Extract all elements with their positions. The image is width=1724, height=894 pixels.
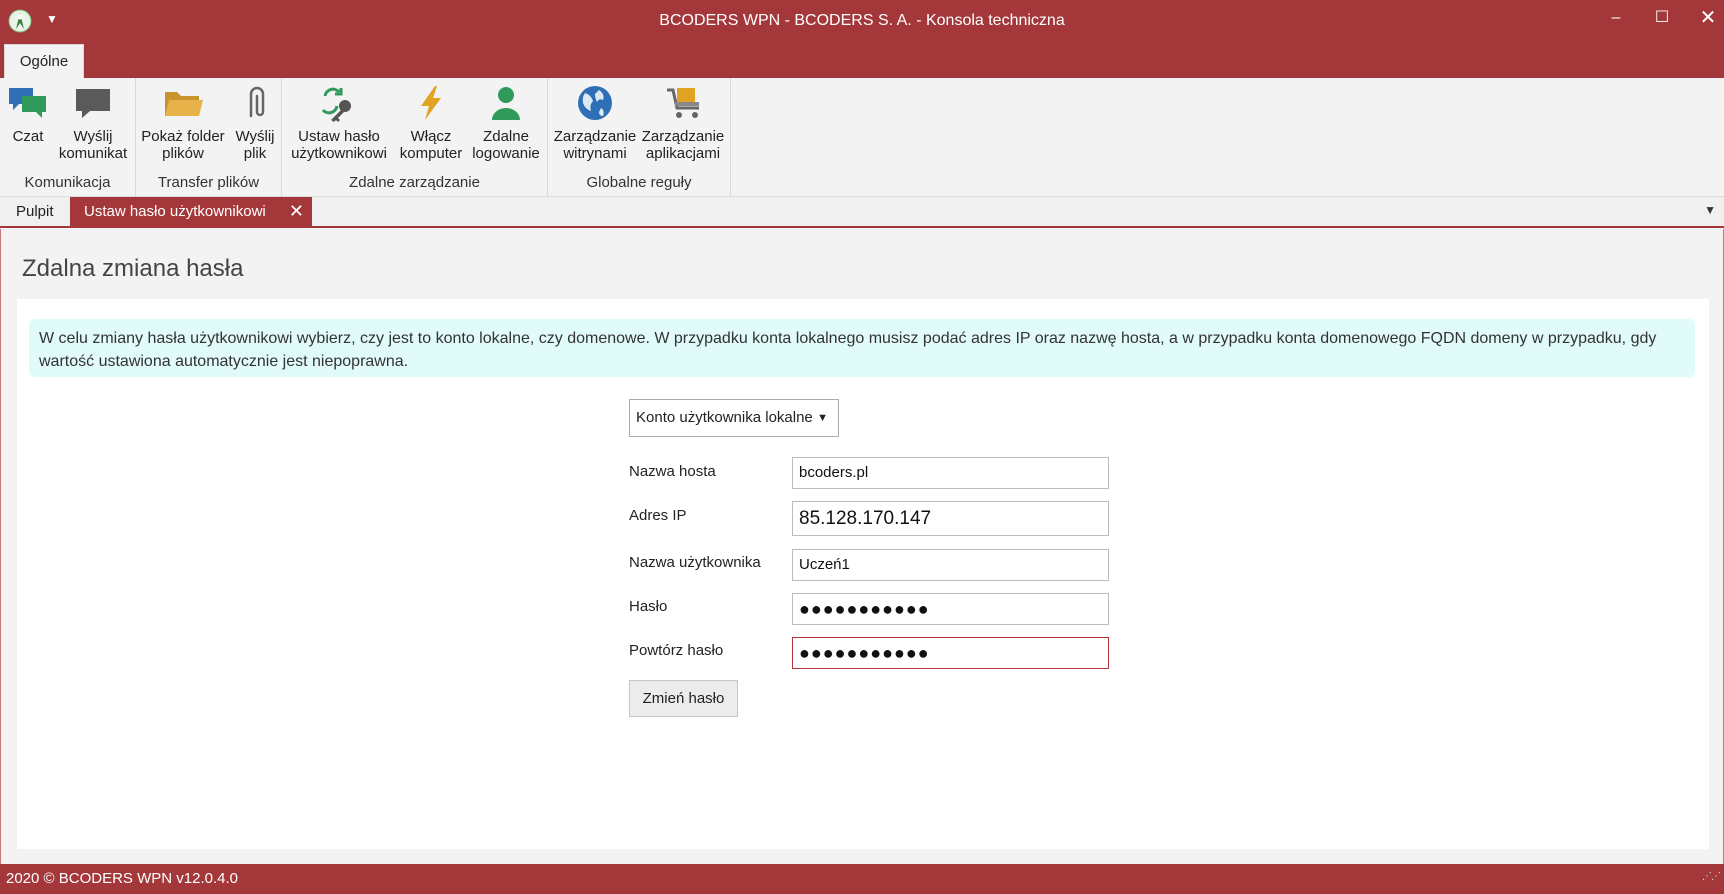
ribbon-group-file-transfer: Pokaż folder plików Wyślij plik Transfer… [136,78,282,197]
cart-icon [667,88,699,118]
show-folder-label-2: plików [162,145,204,162]
ribbon-group-remote-management: Ustaw hasło użytkownikowi Włącz komputer… [282,78,548,197]
chat-icon [9,88,46,118]
set-password-label-1: Ustaw hasło [298,128,380,145]
send-message-label-1: Wyślij [73,128,113,145]
password-input[interactable]: ●●●●●●●●●●● [792,593,1109,625]
set-password-label-2: użytkownikowi [291,145,387,162]
group-label-file-transfer: Transfer plików [157,174,260,191]
page-title: Zdalna zmiana hasła [22,255,244,282]
manage-apps-button[interactable]: Zarządzanie aplikacjami [640,84,726,162]
globe-icon [578,86,612,120]
ribbon-tab-general[interactable]: Ogólne [4,44,84,78]
status-bar: 2020 © BCODERS WPN v12.0.4.0 ⋰⋰ [0,864,1724,894]
main-content: Zdalna zmiana hasła W celu zmiany hasła … [0,229,1724,864]
ip-address-input[interactable]: 85.128.170.147 [792,501,1109,536]
title-bar: ▼ BCODERS WPN - BCODERS S. A. - Konsola … [0,0,1724,42]
tab-desktop[interactable]: Pulpit [8,197,68,226]
account-type-value: Konto użytkownika lokalne [636,409,813,426]
show-folder-label-1: Pokaż folder [141,128,225,145]
maximize-button[interactable]: ☐ [1639,0,1685,36]
remote-login-button[interactable]: Zdalne logowanie [468,84,544,162]
ribbon-group-global-rules: Zarządzanie witrynami Zarządzanie aplika… [548,78,731,197]
remote-login-label-2: logowanie [472,145,540,162]
ribbon-tab-bar: Ogólne [0,42,1724,78]
resize-grip-icon[interactable]: ⋰⋰ [1702,862,1721,892]
repeat-password-input[interactable]: ●●●●●●●●●●● [792,637,1109,669]
lightning-icon [421,86,441,120]
document-tab-bar: Pulpit Ustaw hasło użytkownikowi ✕ ▼ [0,197,1724,228]
send-file-label-1: Wyślij [235,128,275,145]
manage-apps-label-2: aplikacjami [645,145,721,162]
user-icon [492,87,520,120]
key-refresh-icon [321,87,351,122]
repeat-password-label: Powtórz hasło [629,642,724,659]
chat-button[interactable]: Czat [6,84,50,145]
username-input[interactable]: Uczeń1 [792,549,1109,581]
chevron-down-icon: ▼ [817,412,828,424]
status-text: 2020 © BCODERS WPN v12.0.4.0 [6,870,238,887]
hostname-input[interactable]: bcoders.pl [792,457,1109,489]
manage-sites-label-1: Zarządzanie [553,128,637,145]
manage-apps-label-1: Zarządzanie [641,128,725,145]
send-file-label-2: plik [243,145,267,162]
paperclip-icon [249,86,265,118]
password-label: Hasło [629,598,668,615]
manage-sites-button[interactable]: Zarządzanie witrynami [552,84,638,162]
group-label-global-rules: Globalne reguły [586,174,692,191]
show-files-folder-button[interactable]: Pokaż folder plików [140,84,226,162]
folder-icon [165,92,203,116]
ip-address-label: Adres IP [629,507,687,524]
ribbon: Czat Wyślij komunikat Komunikacja Pokaż … [0,78,1724,197]
close-window-button[interactable]: ✕ [1685,0,1724,36]
remote-login-label-1: Zdalne [483,128,529,145]
send-message-label-2: komunikat [58,145,128,162]
group-label-remote-management: Zdalne zarządzanie [349,174,480,191]
chat-label: Czat [12,128,44,145]
window-title: BCODERS WPN - BCODERS S. A. - Konsola te… [659,12,1065,29]
minimize-button[interactable]: – [1593,0,1639,36]
ribbon-group-communication: Czat Wyślij komunikat Komunikacja [0,78,136,197]
hostname-label: Nazwa hosta [629,463,716,480]
message-icon [76,89,110,118]
tab-set-user-password[interactable]: Ustaw hasło użytkownikowi ✕ [70,197,312,226]
form-panel: W celu zmiany hasła użytkownikowi wybier… [17,299,1709,849]
tab-set-user-password-label: Ustaw hasło użytkownikowi [84,203,266,220]
wake-computer-button[interactable]: Włącz komputer [394,84,468,162]
username-label: Nazwa użytkownika [629,554,761,571]
info-message: W celu zmiany hasła użytkownikowi wybier… [29,319,1695,377]
send-message-button[interactable]: Wyślij komunikat [56,84,130,162]
wake-label-1: Włącz [410,128,452,145]
send-file-button[interactable]: Wyślij plik [232,84,278,162]
manage-sites-label-2: witrynami [563,145,627,162]
tabs-dropdown-icon[interactable]: ▼ [1704,203,1716,217]
wake-label-2: komputer [399,145,463,162]
close-tab-icon[interactable]: ✕ [289,197,304,226]
group-label-communication: Komunikacja [24,174,111,191]
set-user-password-button[interactable]: Ustaw hasło użytkownikowi [288,84,390,162]
account-type-select[interactable]: Konto użytkownika lokalne ▼ [629,399,839,437]
change-password-button[interactable]: Zmień hasło [629,680,738,717]
